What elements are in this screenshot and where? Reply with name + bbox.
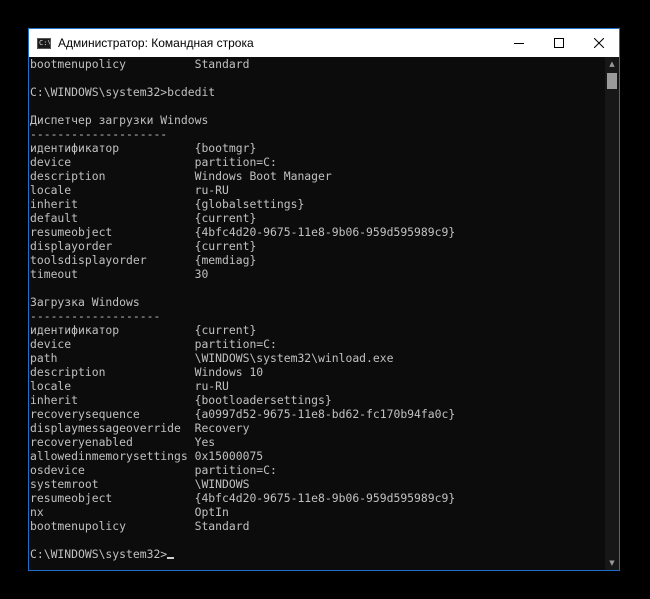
maximize-icon [554,38,564,48]
console-line: inherit {bootloadersettings} [30,393,332,407]
cmd-icon-text: C:\ [39,38,51,47]
scrollbar-thumb[interactable] [607,73,617,89]
console-line: bootmenupolicy Standard [30,57,250,71]
console-line: timeout 30 [30,267,209,281]
console-line: locale ru-RU [30,183,229,197]
scroll-up-arrow-icon[interactable]: ▲ [605,57,619,71]
console-line: resumeobject {4bfc4d20-9675-11e8-9b06-95… [30,491,456,505]
minimize-icon [514,43,524,44]
console-line: идентификатор {bootmgr} [30,141,257,155]
console-output[interactable]: bootmenupolicy Standard C:\WINDOWS\system… [29,57,605,570]
window-controls [499,29,619,57]
console-line: displaymessageoverride Recovery [30,421,250,435]
prompt-text: C:\WINDOWS\system32> [30,547,168,561]
console-line: recoveryenabled Yes [30,435,216,449]
scroll-down-arrow-icon[interactable]: ▼ [605,556,619,570]
console-line: resumeobject {4bfc4d20-9675-11e8-9b06-95… [30,225,456,239]
console-line: toolsdisplayorder {memdiag} [30,253,257,267]
console-line: locale ru-RU [30,379,229,393]
console-line: path \WINDOWS\system32\winload.exe [30,351,394,365]
prompt-line[interactable]: C:\WINDOWS\system32> [30,547,605,561]
maximize-button[interactable] [539,29,579,57]
console-line: nx OptIn [30,505,229,519]
console-line: C:\WINDOWS\system32>bcdedit [30,85,216,99]
console-line: device partition=C: [30,337,277,351]
console-line: bootmenupolicy Standard [30,519,250,533]
console-line: displayorder {current} [30,239,257,253]
command-prompt-window: C:\ Администратор: Командная строка boot… [28,28,620,571]
console-line: osdevice partition=C: [30,463,277,477]
console-line: allowedinmemorysettings 0x15000075 [30,449,264,463]
vertical-scrollbar[interactable]: ▲ ▼ [605,57,619,570]
text-cursor [167,557,175,559]
console-line: ------------------- [30,309,161,323]
console-line: recoverysequence {a0997d52-9675-11e8-bd6… [30,407,456,421]
console-line: description Windows Boot Manager [30,169,332,183]
console-line: Загрузка Windows [30,295,140,309]
cmd-icon: C:\ [37,37,51,49]
close-button[interactable] [579,29,619,57]
console-line: device partition=C: [30,155,277,169]
console-line: systemroot \WINDOWS [30,477,250,491]
title-bar[interactable]: C:\ Администратор: Командная строка [29,29,619,57]
console-line: -------------------- [30,127,168,141]
console-line: идентификатор {current} [30,323,257,337]
console-line: inherit {globalsettings} [30,197,305,211]
close-icon [594,38,604,48]
console-line: default {current} [30,211,257,225]
console-line: Диспетчер загрузки Windows [30,113,209,127]
minimize-button[interactable] [499,29,539,57]
window-title: Администратор: Командная строка [58,36,254,50]
console-line: description Windows 10 [30,365,264,379]
